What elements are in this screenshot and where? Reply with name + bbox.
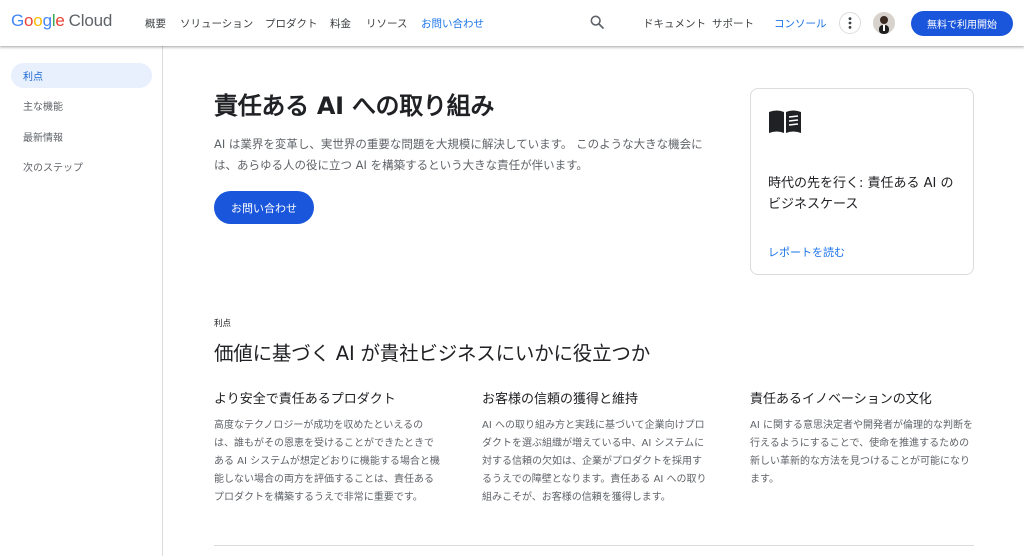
sidebar-item-news[interactable]: 最新情報 bbox=[11, 124, 152, 149]
more-vert-icon bbox=[848, 17, 852, 29]
logo-cloud-text: Cloud bbox=[68, 11, 113, 30]
avatar-icon bbox=[873, 12, 895, 34]
logo-letter: o bbox=[24, 11, 34, 30]
page-title: 責任ある AI への取り組み bbox=[214, 92, 495, 120]
benefit-title: より安全で責任あるプロダクト bbox=[214, 392, 396, 407]
search-icon[interactable] bbox=[589, 14, 605, 30]
benefit-column: お客様の信頼の獲得と維持 AI への取り組み方と実践に基づいて企業向けプロダクト… bbox=[482, 388, 708, 507]
user-avatar[interactable] bbox=[873, 12, 895, 34]
sidebar-item-benefits[interactable]: 利点 bbox=[11, 63, 152, 88]
sidebar-item-features[interactable]: 主な機能 bbox=[11, 93, 152, 118]
nav-contact[interactable]: お問い合わせ bbox=[421, 16, 484, 31]
benefit-body: 高度なテクノロジーが成功を収めたといえるのは、誰もがその恩恵を受けることができた… bbox=[214, 420, 440, 503]
benefit-column: 責任あるイノベーションの文化 AI に関する意思決定者や開発者が倫理的な判断を行… bbox=[750, 388, 976, 489]
benefit-title: お客様の信頼の獲得と維持 bbox=[482, 392, 639, 407]
benefit-title: 責任あるイノベーションの文化 bbox=[750, 392, 932, 407]
sidebar-item-next-steps[interactable]: 次のステップ bbox=[11, 154, 152, 179]
logo-letter: o bbox=[33, 11, 43, 30]
logo-letter: e bbox=[55, 11, 65, 30]
book-icon bbox=[769, 110, 801, 133]
read-report-link[interactable]: レポートを読む bbox=[768, 244, 845, 260]
console-link[interactable]: コンソール bbox=[774, 16, 827, 31]
page-sidebar: 利点 主な機能 最新情報 次のステップ bbox=[0, 46, 163, 556]
logo-letter: G bbox=[11, 11, 25, 30]
logo-letter: g bbox=[42, 11, 52, 30]
more-options-button[interactable] bbox=[839, 12, 861, 34]
benefit-column: より安全で責任あるプロダクト 高度なテクノロジーが成功を収めたといえるのは、誰も… bbox=[214, 388, 442, 507]
nav-solutions[interactable]: ソリューション bbox=[180, 16, 253, 31]
nav-products[interactable]: プロダクト bbox=[265, 16, 318, 31]
card-title: 時代の先を行く: 責任ある AI のビジネスケース bbox=[768, 176, 954, 212]
contact-button[interactable]: お問い合わせ bbox=[214, 191, 314, 224]
nav-pricing[interactable]: 料金 bbox=[330, 16, 351, 31]
docs-link[interactable]: ドキュメント bbox=[643, 16, 706, 31]
nav-overview[interactable]: 概要 bbox=[145, 16, 166, 31]
free-trial-button[interactable]: 無料で利用開始 bbox=[911, 11, 1013, 36]
benefit-body: AI に関する意思決定者や開発者が倫理的な判断を行えるようにすることで、使命を推… bbox=[750, 420, 973, 485]
section-divider bbox=[214, 545, 974, 546]
hero-description: AI は業界を変革し、実世界の重要な問題を大規模に解決しています。 このような大… bbox=[214, 137, 703, 172]
support-link[interactable]: サポート bbox=[712, 16, 754, 31]
report-card[interactable]: 時代の先を行く: 責任ある AI のビジネスケース レポートを読む bbox=[750, 88, 974, 275]
top-navigation-bar: Google Cloud 概要 ソリューション プロダクト 料金 リソース お問い… bbox=[0, 0, 1024, 46]
google-cloud-logo[interactable]: Google Cloud bbox=[11, 11, 112, 31]
nav-resources[interactable]: リソース bbox=[366, 16, 407, 31]
benefit-body: AI への取り組み方と実践に基づいて企業向けプロダクトを選ぶ組織が増えている中、… bbox=[482, 420, 707, 503]
section-title: 価値に基づく AI が貴社ビジネスにいかに役立つか bbox=[214, 342, 650, 365]
section-eyebrow: 利点 bbox=[214, 319, 232, 329]
